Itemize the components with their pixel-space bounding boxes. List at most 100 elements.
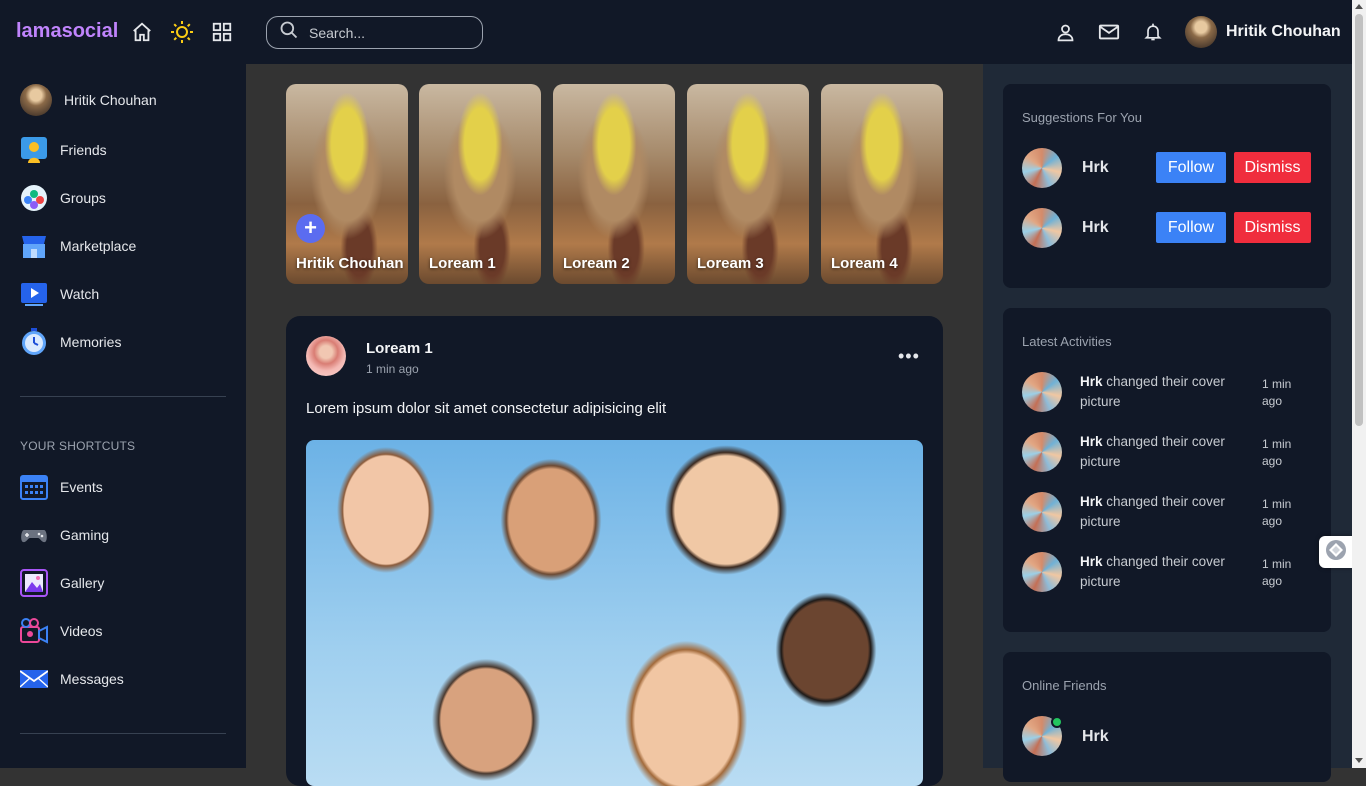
avatar [1185, 16, 1217, 48]
story-card[interactable]: Loream 3 [687, 84, 809, 284]
sidebar-divider [20, 733, 226, 734]
activity-time: 1 min ago [1262, 377, 1292, 408]
sidebar-item-events[interactable]: Events [20, 473, 103, 501]
sidebar-item-label: Memories [60, 334, 122, 350]
sidebar-item-gaming[interactable]: Gaming [20, 521, 109, 549]
sidebar-user-name: Hritik Chouhan [64, 92, 157, 108]
online-friends-title: Online Friends [1022, 678, 1107, 693]
bell-icon[interactable] [1141, 20, 1165, 44]
avatar[interactable] [1022, 552, 1062, 592]
app-logo[interactable]: lamasocial [16, 20, 118, 43]
activity-text: Hrk changed their cover picture [1080, 434, 1225, 469]
sidebar-item-label: Events [60, 479, 103, 495]
sidebar-item-label: Gallery [60, 575, 105, 591]
events-icon [20, 473, 48, 501]
sidebar-item-profile[interactable]: Hritik Chouhan [20, 84, 157, 116]
avatar[interactable] [1022, 208, 1062, 248]
left-sidebar: Hritik Chouhan Friends Groups Marketplac… [0, 64, 246, 768]
gaming-icon [20, 521, 48, 549]
sidebar-item-gallery[interactable]: Gallery [20, 569, 104, 597]
story-card[interactable]: Loream 1 [419, 84, 541, 284]
activity-text: Hrk changed their cover picture [1080, 374, 1225, 409]
sidebar-item-videos[interactable]: Videos [20, 617, 103, 645]
avatar[interactable] [1022, 372, 1062, 412]
follow-button[interactable]: Follow [1156, 152, 1226, 183]
story-name: Loream 1 [429, 255, 496, 272]
sidebar-item-friends[interactable]: Friends [20, 136, 107, 164]
avatar[interactable] [1022, 492, 1062, 532]
dismiss-button[interactable]: Dismiss [1234, 152, 1311, 183]
sidebar-item-label: Marketplace [60, 238, 137, 254]
suggestion-name[interactable]: Hrk [1082, 219, 1109, 237]
story-name: Hritik Chouhan [296, 255, 404, 272]
scroll-thumb[interactable] [1355, 14, 1363, 426]
activities-title: Latest Activities [1022, 334, 1112, 349]
search-icon [279, 20, 299, 45]
search-bar[interactable] [266, 16, 483, 49]
shortcuts-heading: YOUR SHORTCUTS [20, 439, 136, 453]
floating-widget-button[interactable] [1319, 536, 1352, 568]
avatar[interactable] [1022, 148, 1062, 188]
grid-icon[interactable] [210, 20, 234, 44]
post-image[interactable] [306, 440, 923, 786]
sidebar-item-label: Groups [60, 190, 106, 206]
search-input[interactable] [309, 24, 469, 41]
avatar[interactable] [1022, 432, 1062, 472]
activity-text: Hrk changed their cover picture [1080, 554, 1225, 589]
activity-time: 1 min ago [1262, 557, 1292, 588]
post-timestamp: 1 min ago [366, 362, 419, 376]
online-status-dot [1051, 716, 1063, 728]
story-name: Loream 3 [697, 255, 764, 272]
diamond-icon [1325, 539, 1347, 566]
mail-icon[interactable] [1097, 20, 1121, 44]
sidebar-item-marketplace[interactable]: Marketplace [20, 232, 136, 260]
sidebar-divider [20, 396, 226, 397]
sidebar-item-memories[interactable]: Memories [20, 328, 121, 356]
nav-user-profile[interactable]: Hritik Chouhan [1185, 16, 1341, 48]
top-navbar: lamasocial Hritik Chouhan [0, 0, 1352, 64]
user-icon[interactable] [1053, 20, 1077, 44]
add-story-button[interactable]: + [296, 214, 325, 243]
post-author-avatar[interactable] [306, 336, 346, 376]
gallery-icon [20, 569, 48, 597]
more-options-icon[interactable]: ••• [898, 346, 920, 367]
watch-icon [20, 280, 48, 308]
scroll-up-arrow[interactable] [1355, 4, 1363, 9]
sidebar-item-messages[interactable]: Messages [20, 665, 124, 693]
scroll-down-arrow[interactable] [1355, 758, 1363, 763]
suggestions-title: Suggestions For You [1022, 110, 1142, 125]
sidebar-item-label: Friends [60, 142, 107, 158]
sidebar-item-groups[interactable]: Groups [20, 184, 106, 212]
home-icon[interactable] [130, 20, 154, 44]
story-name: Loream 2 [563, 255, 630, 272]
nav-user-name: Hritik Chouhan [1226, 23, 1341, 40]
sidebar-item-label: Messages [60, 671, 124, 687]
story-card[interactable]: + Hritik Chouhan [286, 84, 408, 284]
sidebar-item-label: Videos [60, 623, 103, 639]
sidebar-item-label: Gaming [60, 527, 110, 543]
marketplace-icon [20, 232, 48, 260]
videos-icon [20, 617, 48, 645]
activity-time: 1 min ago [1262, 497, 1292, 528]
suggestions-card: Suggestions For You Hrk Follow Dismiss H… [1003, 84, 1331, 288]
activity-time: 1 min ago [1262, 437, 1292, 468]
sun-icon[interactable] [170, 20, 194, 44]
page-scrollbar[interactable] [1352, 0, 1366, 768]
memories-icon [20, 328, 48, 356]
friends-icon [20, 136, 48, 164]
post-author-name[interactable]: Loream 1 [366, 340, 433, 357]
story-card[interactable]: Loream 2 [553, 84, 675, 284]
story-card[interactable]: Loream 4 [821, 84, 943, 284]
post-text: Lorem ipsum dolor sit amet consectetur a… [306, 400, 667, 417]
follow-button[interactable]: Follow [1156, 212, 1226, 243]
sidebar-item-watch[interactable]: Watch [20, 280, 99, 308]
online-friend-name[interactable]: Hrk [1082, 728, 1109, 746]
messages-icon [20, 665, 48, 693]
dismiss-button[interactable]: Dismiss [1234, 212, 1311, 243]
activities-card: Latest Activities Hrk changed their cove… [1003, 308, 1331, 632]
post-card: Loream 1 1 min ago ••• Lorem ipsum dolor… [286, 316, 943, 786]
suggestion-name[interactable]: Hrk [1082, 159, 1109, 177]
avatar [20, 84, 52, 116]
sidebar-item-label: Watch [60, 286, 100, 302]
activity-text: Hrk changed their cover picture [1080, 494, 1225, 529]
